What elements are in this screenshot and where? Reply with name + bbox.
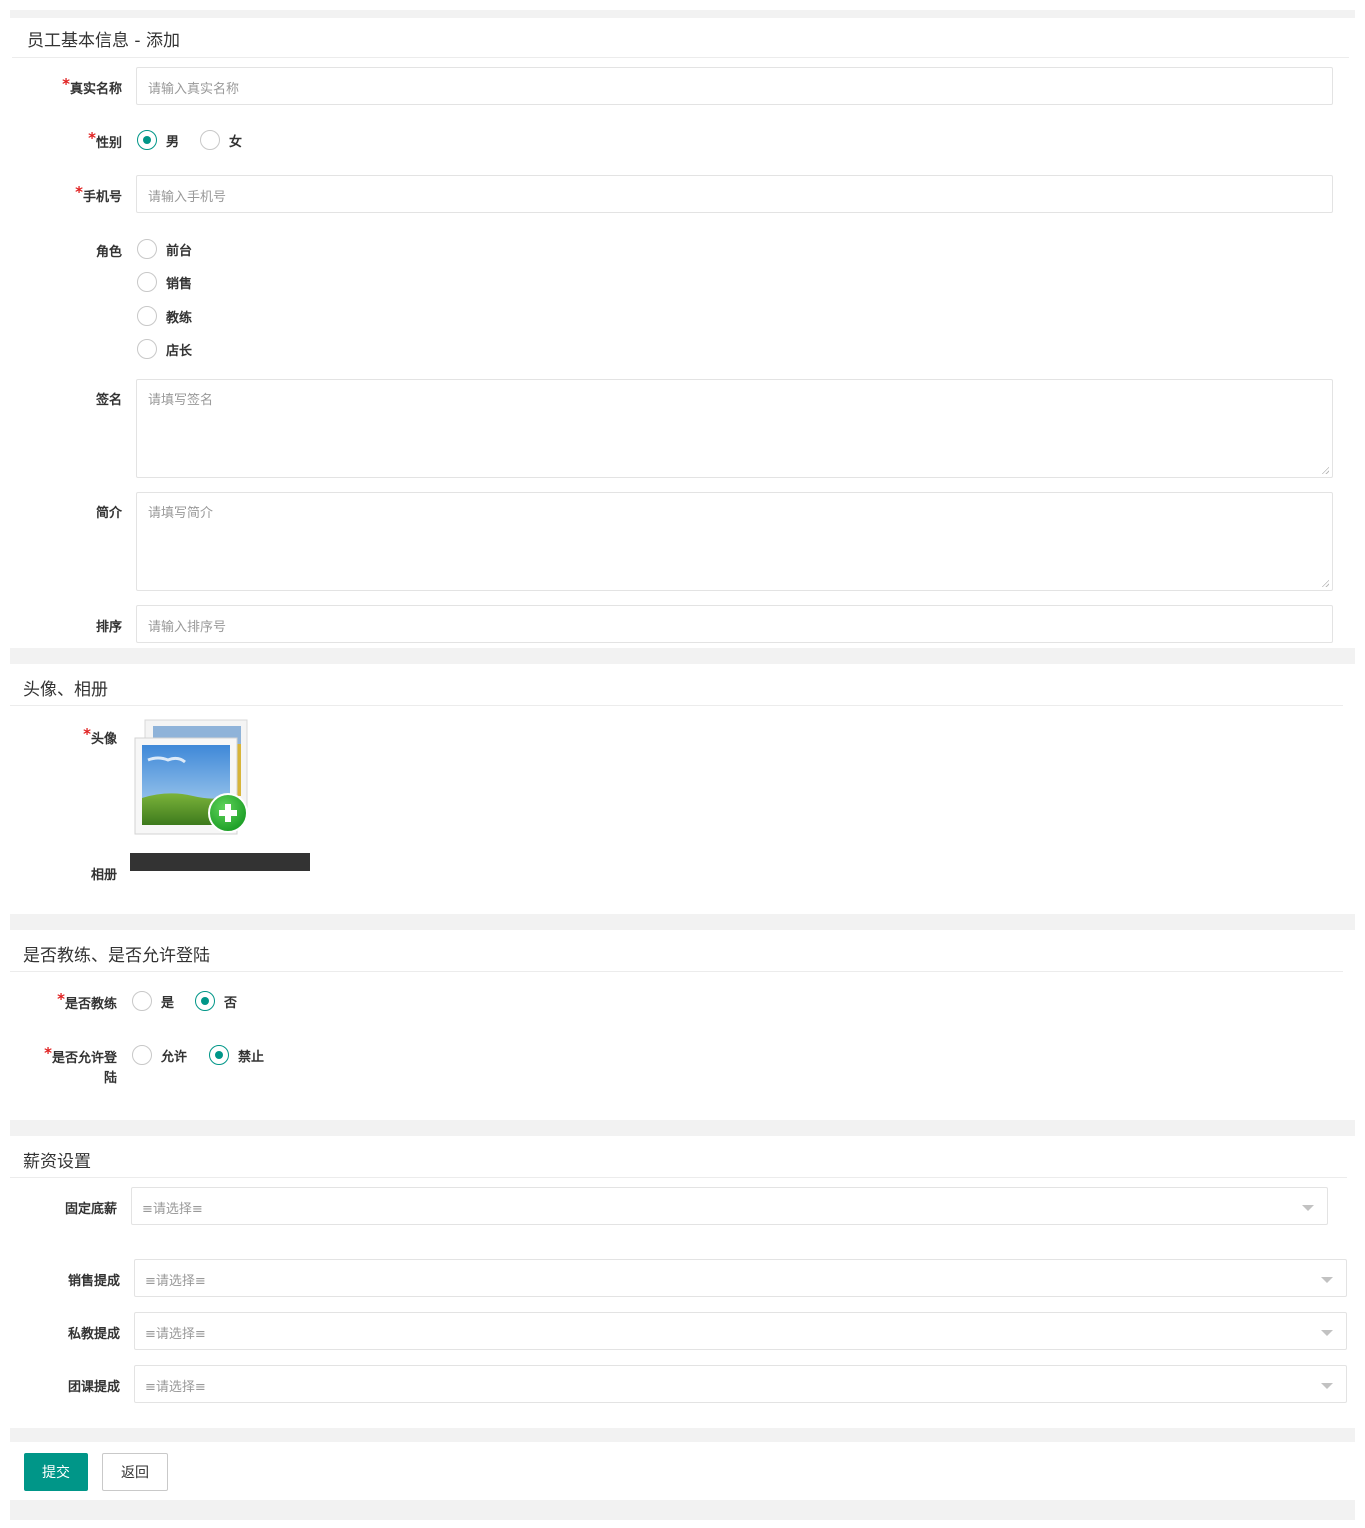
phone-input[interactable]: 请输入手机号: [136, 175, 1333, 213]
radio-circle-checked: [209, 1045, 229, 1065]
is-coach-radio-yes[interactable]: 是: [132, 990, 174, 1012]
sales-commission-select[interactable]: ≡请选择≡: [134, 1259, 1347, 1297]
is-coach-label: *是否教练: [57, 990, 117, 1012]
radio-circle: [200, 130, 220, 150]
real-name-input[interactable]: 请输入真实名称: [136, 67, 1333, 105]
signature-textarea[interactable]: 请填写签名: [136, 379, 1333, 478]
real-name-placeholder: 请输入真实名称: [148, 82, 240, 97]
chevron-down-icon: [1321, 1277, 1333, 1283]
basic-info-header: 员工基本信息 - 添加: [12, 18, 1349, 58]
radio-circle: [132, 1045, 152, 1065]
intro-placeholder: 请填写简介: [148, 506, 214, 521]
flags-panel: 是否教练、是否允许登陆: [10, 930, 1343, 1120]
flags-header: 是否教练、是否允许登陆: [10, 930, 1343, 972]
private-commission-label: 私教提成: [67, 1327, 120, 1342]
chevron-down-icon: [1321, 1383, 1333, 1389]
intro-textarea[interactable]: 请填写简介: [136, 492, 1333, 591]
gender-label: *性别: [88, 129, 122, 151]
media-title: 头像、相册: [23, 680, 108, 700]
private-commission-placeholder: ≡请选择≡: [145, 1327, 206, 1342]
is-coach-radio-no[interactable]: 否: [195, 990, 237, 1012]
sales-commission-placeholder: ≡请选择≡: [145, 1274, 206, 1289]
required-mark: *: [57, 990, 65, 1008]
allow-login-radio-deny[interactable]: 禁止: [209, 1044, 264, 1066]
allow-login-radio-allow[interactable]: 允许: [132, 1044, 187, 1066]
allow-login-label: *是否允许登 陆: [44, 1044, 117, 1086]
submit-button[interactable]: 提交: [24, 1453, 88, 1491]
radio-circle: [137, 272, 157, 292]
page-background-band-1: [10, 648, 1355, 664]
album-label: 相册: [90, 868, 117, 883]
sort-placeholder: 请输入排序号: [148, 620, 227, 635]
album-upload-bar[interactable]: [130, 853, 310, 871]
chevron-down-icon: [1302, 1205, 1314, 1211]
base-salary-placeholder: ≡请选择≡: [142, 1202, 203, 1217]
radio-circle-checked: [137, 130, 157, 150]
group-commission-select[interactable]: ≡请选择≡: [134, 1365, 1347, 1403]
page-background-top: [10, 10, 1355, 18]
signature-label: 签名: [95, 393, 122, 408]
private-commission-select[interactable]: ≡请选择≡: [134, 1312, 1347, 1350]
phone-label: *手机号: [75, 183, 122, 205]
required-mark: *: [88, 129, 96, 147]
gender-radio-male[interactable]: 男: [137, 129, 179, 151]
page-background-bottom: [10, 1500, 1355, 1520]
basic-info-title: 员工基本信息 - 添加: [27, 31, 180, 51]
image-add-icon: [134, 719, 248, 835]
page-background-band-2: [10, 914, 1355, 930]
role-radio-coach[interactable]: 教练: [137, 305, 192, 327]
role-label: 角色: [95, 245, 122, 260]
base-salary-label: 固定底薪: [64, 1202, 117, 1217]
radio-circle: [137, 339, 157, 359]
resize-grip-icon[interactable]: [1321, 579, 1329, 587]
flags-title: 是否教练、是否允许登陆: [23, 946, 210, 966]
required-mark: *: [75, 183, 83, 201]
group-commission-label: 团课提成: [67, 1380, 120, 1395]
group-commission-placeholder: ≡请选择≡: [145, 1380, 206, 1395]
radio-circle-checked: [195, 991, 215, 1011]
required-mark: *: [62, 75, 70, 93]
role-radio-manager[interactable]: 店长: [137, 338, 192, 360]
radio-circle: [132, 991, 152, 1011]
sort-label: 排序: [95, 620, 122, 635]
page-background-band-4: [10, 1428, 1355, 1442]
radio-circle: [137, 239, 157, 259]
page-background-band-3: [10, 1120, 1355, 1136]
required-mark: *: [44, 1044, 52, 1062]
chevron-down-icon: [1321, 1330, 1333, 1336]
required-mark: *: [83, 725, 91, 743]
intro-label: 简介: [95, 506, 122, 521]
role-radio-sales[interactable]: 销售: [137, 271, 192, 293]
sales-commission-label: 销售提成: [67, 1274, 120, 1289]
resize-grip-icon[interactable]: [1321, 466, 1329, 474]
signature-placeholder: 请填写签名: [148, 393, 214, 408]
role-radio-front-desk[interactable]: 前台: [137, 238, 192, 260]
sort-input[interactable]: 请输入排序号: [136, 605, 1333, 643]
phone-placeholder: 请输入手机号: [148, 190, 227, 205]
media-header: 头像、相册: [10, 664, 1343, 706]
avatar-label: *头像: [83, 725, 117, 747]
avatar-upload-button[interactable]: [133, 718, 251, 838]
real-name-label: *真实名称: [62, 75, 122, 97]
base-salary-select[interactable]: ≡请选择≡: [131, 1187, 1328, 1225]
gender-radio-female[interactable]: 女: [200, 129, 242, 151]
salary-header: 薪资设置: [10, 1136, 1347, 1178]
salary-title: 薪资设置: [23, 1152, 91, 1172]
back-button[interactable]: 返回: [102, 1453, 168, 1491]
radio-circle: [137, 306, 157, 326]
